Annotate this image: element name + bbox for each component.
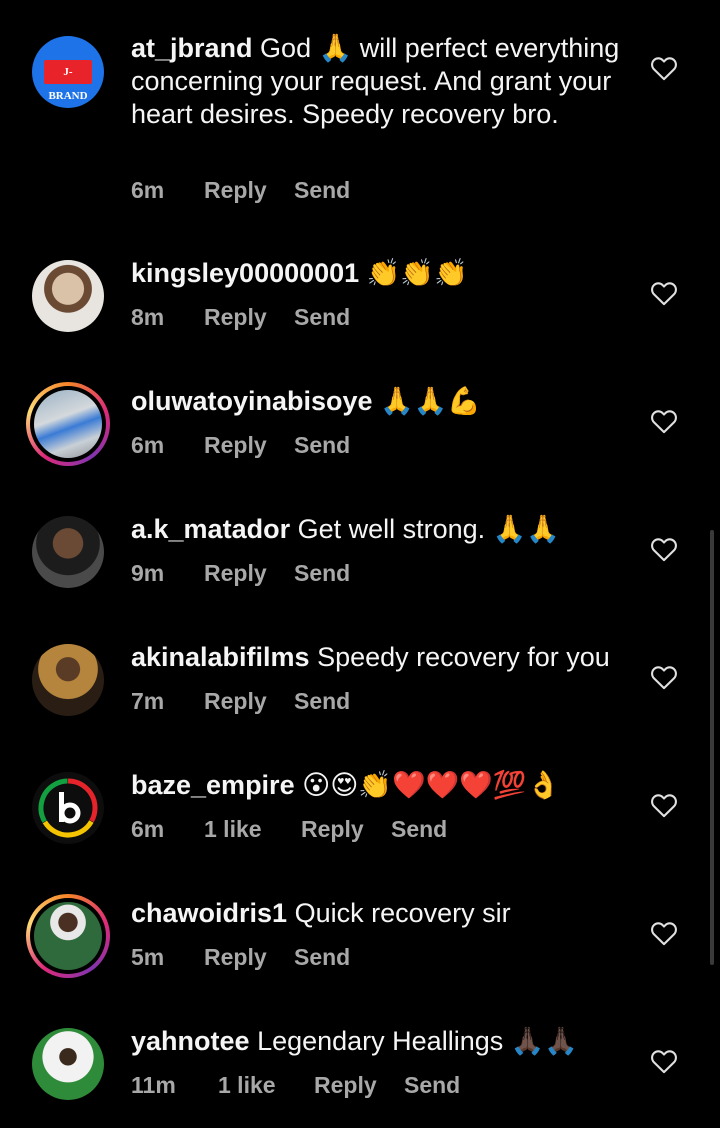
send-button[interactable]: Send [404,1072,460,1099]
avatar-image [32,644,104,716]
comment-time: 9m [131,560,165,586]
send-button[interactable]: Send [294,560,350,587]
comment-username[interactable]: baze_empire [131,770,295,800]
send-button[interactable]: Send [294,432,350,459]
avatar-image [32,260,104,332]
heart-outline-icon[interactable] [650,792,678,818]
brand-logo: J-BRAND [44,60,92,102]
comment-text: 👏👏👏 [366,258,468,289]
avatar[interactable] [26,254,110,338]
comment-time: 8m [131,304,165,330]
avatar-story-ring[interactable] [26,894,110,978]
comment-username[interactable]: oluwatoyinabisoye [131,386,373,416]
comment-body: chawoidris1 Quick recovery sir [131,897,631,930]
reply-button[interactable]: Reply [204,432,267,459]
reply-button[interactable]: Reply [301,816,364,843]
avatar[interactable] [26,1022,110,1106]
avatar-image [34,902,102,970]
comment-text: Quick recovery sir [294,898,511,928]
avatar-image [32,516,104,588]
comment-body: akinalabifilms Speedy recovery for you [131,641,631,674]
comment-text: 🙏🙏💪 [380,386,481,417]
baze-logo [38,778,98,838]
heart-outline-icon[interactable] [650,664,678,690]
send-button[interactable]: Send [294,944,350,971]
comment-time: 11m [131,1072,176,1098]
reply-button[interactable]: Reply [204,560,267,587]
avatar-image [32,1028,104,1100]
comment-body: oluwatoyinabisoye 🙏🙏💪 [131,385,631,418]
send-button[interactable]: Send [391,816,447,843]
send-button[interactable]: Send [294,304,350,331]
reply-button[interactable]: Reply [204,304,267,331]
comment-text: Get well strong. 🙏🙏 [297,514,560,544]
avatar-image [34,390,102,458]
comment-body: at_jbrand God 🙏 will perfect everything … [131,32,631,131]
comment-username[interactable]: kingsley00000001 [131,258,359,288]
heart-outline-icon[interactable] [650,536,678,562]
avatar-image: J-BRAND [32,36,104,108]
comment-text: Speedy recovery for you [317,642,610,672]
heart-outline-icon[interactable] [650,920,678,946]
reply-button[interactable]: Reply [204,688,267,715]
comment-text: Legendary Heallings 🙏🏿🙏🏿 [257,1026,578,1056]
avatar-image [32,772,104,844]
comment-username[interactable]: a.k_matador [131,514,290,544]
comment-username[interactable]: yahnotee [131,1026,250,1056]
comment-body: kingsley00000001 👏👏👏 [131,257,631,290]
avatar[interactable]: J-BRAND [26,30,110,114]
heart-outline-icon[interactable] [650,55,678,81]
avatar[interactable] [26,510,110,594]
comment-username[interactable]: akinalabifilms [131,642,310,672]
comment-time: 7m [131,688,165,714]
comment-time: 6m [131,177,165,203]
comment-body: yahnotee Legendary Heallings 🙏🏿🙏🏿 [131,1025,631,1058]
heart-outline-icon[interactable] [650,1048,678,1074]
scrollbar[interactable] [710,530,714,965]
comment-time: 6m [131,816,165,842]
comment-username[interactable]: chawoidris1 [131,898,287,928]
comment-body: a.k_matador Get well strong. 🙏🙏 [131,513,631,546]
likes-count[interactable]: 1 like [204,816,262,843]
heart-outline-icon[interactable] [650,280,678,306]
send-button[interactable]: Send [294,688,350,715]
avatar[interactable] [26,638,110,722]
likes-count[interactable]: 1 like [218,1072,276,1099]
reply-button[interactable]: Reply [204,944,267,971]
heart-outline-icon[interactable] [650,408,678,434]
avatar-story-ring[interactable] [26,382,110,466]
comment-time: 5m [131,944,165,970]
comment-username[interactable]: at_jbrand [131,33,253,63]
send-button[interactable]: Send [294,177,350,204]
comment-text: 😮😍👏❤️❤️❤️💯👌 [302,770,561,801]
comment-time: 6m [131,432,165,458]
comment-body: baze_empire 😮😍👏❤️❤️❤️💯👌 [131,769,631,802]
reply-button[interactable]: Reply [314,1072,377,1099]
reply-button[interactable]: Reply [204,177,267,204]
avatar[interactable] [26,766,110,850]
